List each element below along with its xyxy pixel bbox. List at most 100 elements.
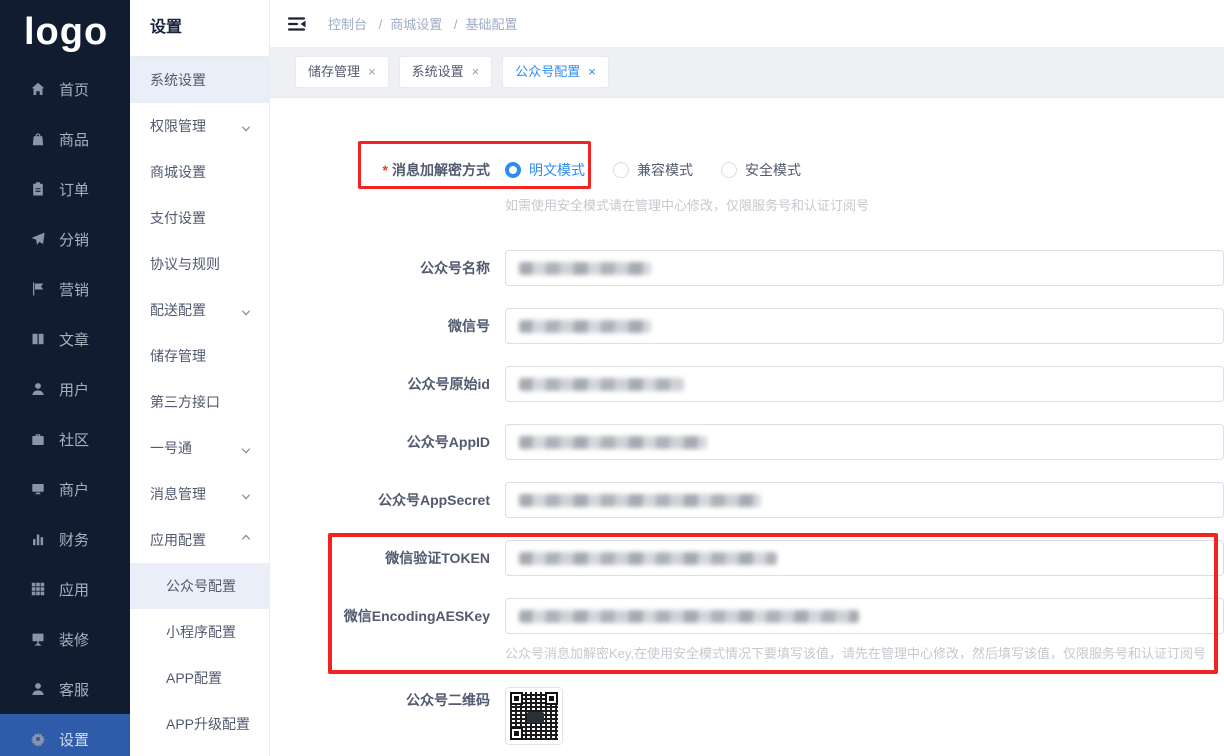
- sidebar-item[interactable]: 装修: [0, 614, 130, 664]
- qrcode-image: [505, 687, 563, 745]
- submenu-item[interactable]: 支付设置: [130, 195, 269, 241]
- close-icon[interactable]: ×: [588, 57, 596, 87]
- radio-icon: [505, 162, 521, 178]
- submenu-item[interactable]: 配送配置: [130, 287, 269, 333]
- tab[interactable]: 系统设置 ×: [399, 56, 493, 88]
- submenu-item[interactable]: APP升级配置: [130, 701, 269, 747]
- text-input[interactable]: [505, 598, 1224, 634]
- top-header: 控制台 / 商城设置 / 基础配置 /: [270, 0, 1224, 47]
- sidebar-item[interactable]: 用户: [0, 364, 130, 414]
- finance-icon: [30, 531, 46, 547]
- submenu-item-label: APP配置: [166, 668, 222, 688]
- sidebar-item-label: 装修: [59, 629, 89, 650]
- close-icon[interactable]: ×: [472, 57, 480, 87]
- field-label: 公众号名称: [270, 258, 490, 278]
- masked-value: [519, 262, 651, 275]
- sidebar-item-label: 订单: [59, 179, 89, 200]
- submenu-item[interactable]: 储存管理: [130, 333, 269, 379]
- radio-option[interactable]: 兼容模式: [613, 160, 693, 180]
- breadcrumb-item[interactable]: 商城设置: [390, 17, 442, 32]
- tab-label: 公众号配置: [515, 57, 580, 87]
- masked-value: [519, 494, 761, 507]
- submenu-item[interactable]: 小程序配置: [130, 609, 269, 655]
- breadcrumb: 控制台 / 商城设置 / 基础配置 /: [328, 14, 518, 33]
- sidebar-item[interactable]: 商户: [0, 464, 130, 514]
- submenu-item[interactable]: 商城设置: [130, 149, 269, 195]
- home-icon: [30, 81, 46, 97]
- masked-value: [519, 610, 859, 623]
- sidebar-item[interactable]: 客服: [0, 664, 130, 714]
- sidebar-item-label: 首页: [59, 79, 89, 100]
- primary-sidebar: logo 首页 商品 订单 分: [0, 0, 130, 756]
- masked-value: [519, 378, 684, 391]
- submenu-item[interactable]: 第三方接口: [130, 379, 269, 425]
- text-input[interactable]: [505, 308, 1224, 344]
- qr-center-logo: [527, 712, 544, 723]
- submenu-item[interactable]: 权限管理: [130, 103, 269, 149]
- submenu-item[interactable]: 消息管理: [130, 471, 269, 517]
- sidebar-item-label: 文章: [59, 329, 89, 350]
- form-field: 微信号: [270, 308, 1224, 344]
- breadcrumb-item[interactable]: 基础配置: [466, 17, 518, 32]
- text-input[interactable]: [505, 540, 1224, 576]
- sidebar-item[interactable]: 分销: [0, 214, 130, 264]
- radio-label: 安全模式: [745, 160, 801, 180]
- field-list: 公众号名称 微信号: [270, 250, 1224, 660]
- sidebar-item[interactable]: 财务: [0, 514, 130, 564]
- qr-finder-pattern: [545, 692, 558, 705]
- text-input[interactable]: [505, 424, 1224, 460]
- collapse-sidebar-icon[interactable]: [288, 16, 308, 32]
- submenu-item[interactable]: APP配置: [130, 655, 269, 701]
- close-icon[interactable]: ×: [368, 57, 376, 87]
- submenu-list: 系统设置 权限管理 商城设置: [130, 57, 269, 747]
- field-help-text: 公众号消息加解密Key,在使用安全模式情况下要填写该值，请先在管理中心修改，然后…: [505, 643, 1224, 660]
- sidebar-item-label: 客服: [59, 679, 89, 700]
- radio-option[interactable]: 明文模式: [505, 160, 585, 180]
- encrypt-mode-label: *消息加解密方式: [270, 160, 490, 180]
- chevron-down-icon: [241, 535, 251, 545]
- sidebar-item[interactable]: 首页: [0, 64, 130, 114]
- goods-icon: [30, 131, 46, 147]
- submenu-item[interactable]: 应用配置: [130, 517, 269, 563]
- submenu-item[interactable]: 系统设置: [130, 57, 269, 103]
- text-input[interactable]: [505, 482, 1224, 518]
- masked-value: [519, 436, 707, 449]
- sidebar-item[interactable]: 应用: [0, 564, 130, 614]
- submenu-item-label: 应用配置: [150, 530, 206, 550]
- form-field: 公众号AppSecret: [270, 482, 1224, 518]
- radio-label: 明文模式: [529, 160, 585, 180]
- submenu-item-label: 支付设置: [150, 208, 206, 228]
- sidebar-item-label: 分销: [59, 229, 89, 250]
- form-field: 微信EncodingAESKey 公众号消息加解密Key,在使用安全模式情况下要…: [270, 598, 1224, 660]
- text-input[interactable]: [505, 366, 1224, 402]
- sidebar-item[interactable]: 商品: [0, 114, 130, 164]
- breadcrumb-item[interactable]: 控制台: [328, 17, 367, 32]
- tab[interactable]: 公众号配置 ×: [502, 56, 609, 88]
- submenu-item[interactable]: 协议与规则: [130, 241, 269, 287]
- sidebar-item-label: 用户: [59, 379, 89, 400]
- chevron-down-icon: [241, 443, 251, 453]
- sidebar-item[interactable]: 设置: [0, 714, 130, 756]
- primary-nav: 首页 商品 订单 分销 营销: [0, 64, 130, 756]
- sidebar-item[interactable]: 营销: [0, 264, 130, 314]
- submenu-item[interactable]: 公众号配置: [130, 563, 269, 609]
- sidebar-item[interactable]: 社区: [0, 414, 130, 464]
- sidebar-item-label: 应用: [59, 579, 89, 600]
- community-icon: [30, 431, 46, 447]
- submenu-item-label: 配送配置: [150, 300, 206, 320]
- sidebar-item[interactable]: 文章: [0, 314, 130, 364]
- tab[interactable]: 储存管理 ×: [295, 56, 389, 88]
- radio-label: 兼容模式: [637, 160, 693, 180]
- secondary-sidebar: 设置 系统设置 权限管理 商城设置: [130, 0, 270, 756]
- submenu-item[interactable]: 一号通: [130, 425, 269, 471]
- submenu-item-label: 系统设置: [150, 70, 206, 90]
- app-logo: logo: [0, 0, 130, 64]
- radio-option[interactable]: 安全模式: [721, 160, 801, 180]
- apps-icon: [30, 581, 46, 597]
- sidebar-item[interactable]: 订单: [0, 164, 130, 214]
- marketing-icon: [30, 281, 46, 297]
- tab-label: 系统设置: [412, 57, 464, 87]
- text-input[interactable]: [505, 250, 1224, 286]
- submenu-item-label: 权限管理: [150, 116, 206, 136]
- sidebar-item-label: 设置: [59, 729, 89, 750]
